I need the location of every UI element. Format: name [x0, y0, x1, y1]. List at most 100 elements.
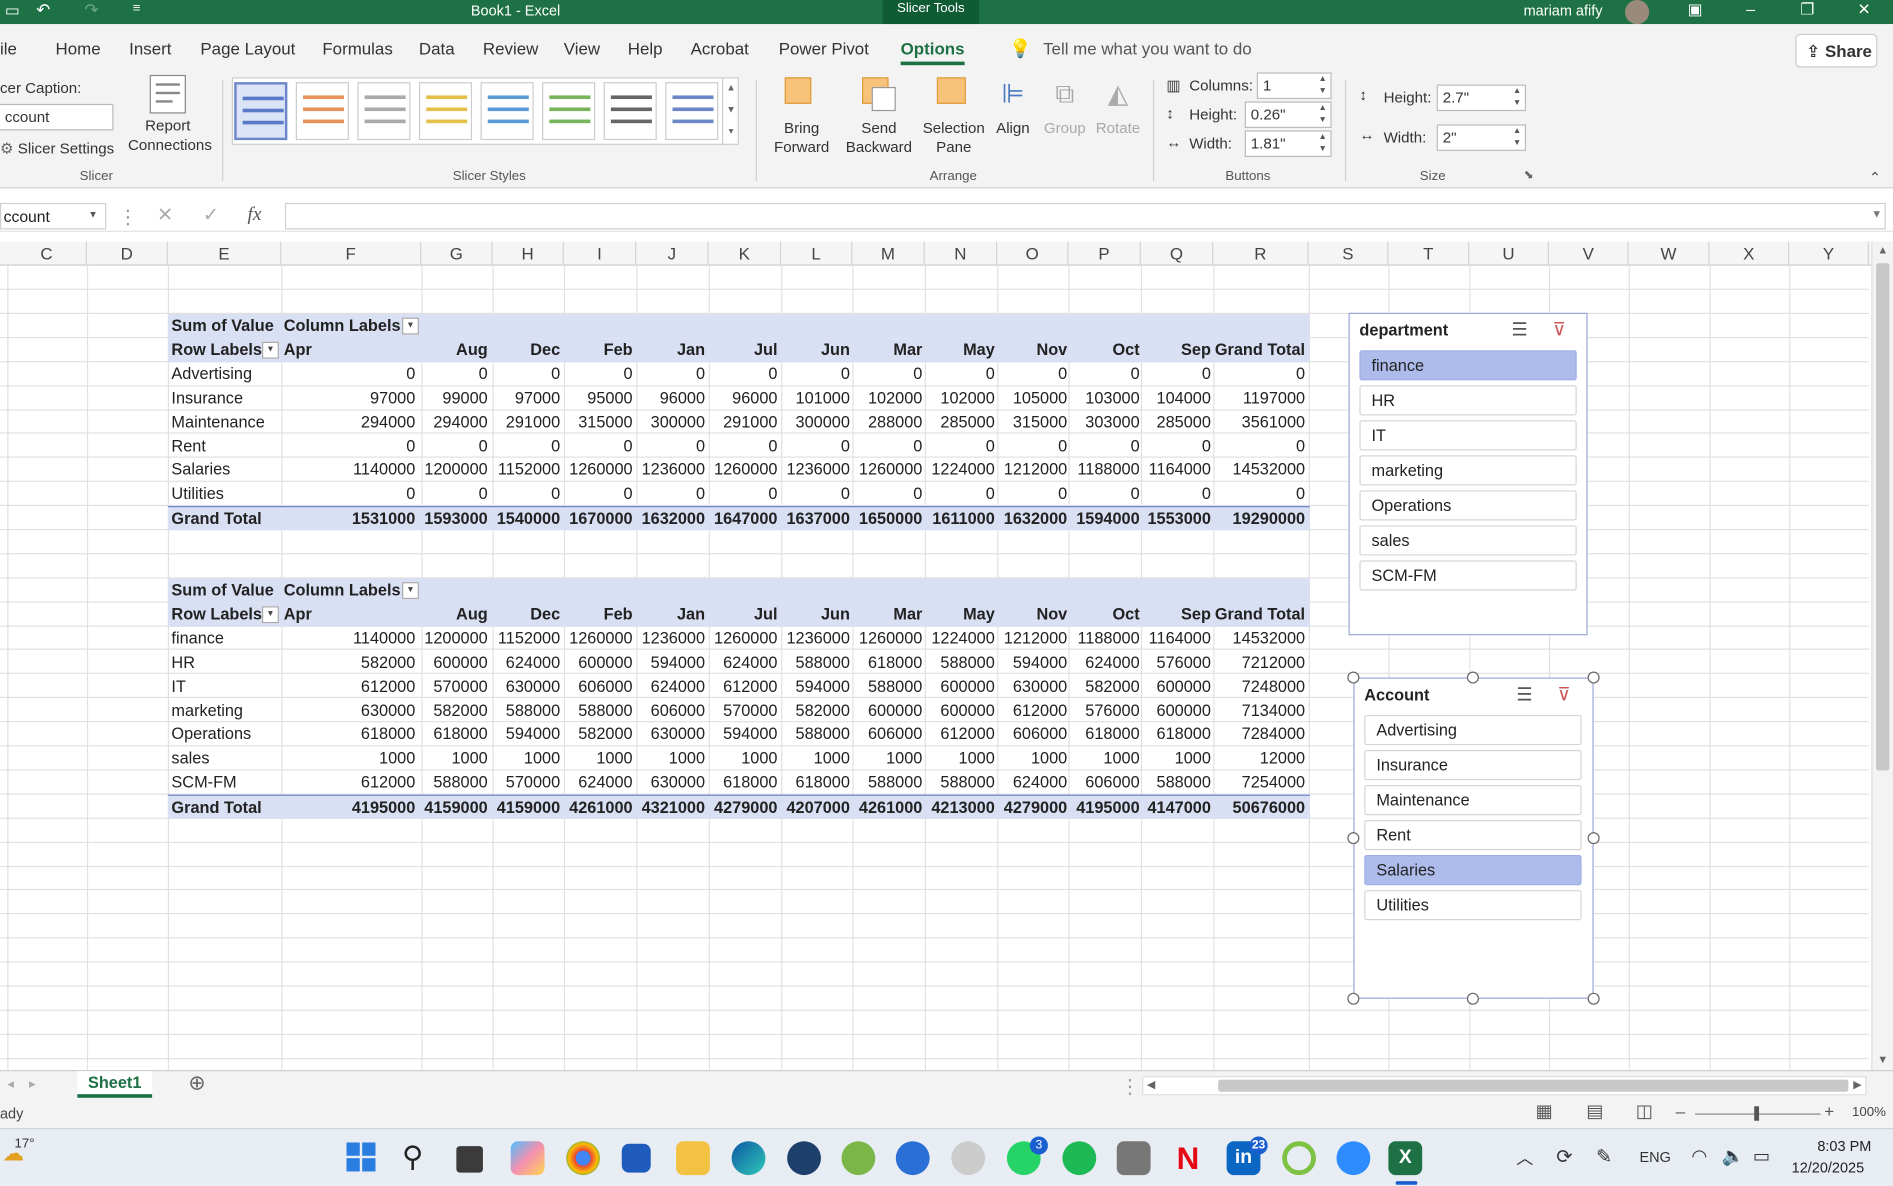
column-header-h[interactable]: H — [493, 241, 564, 266]
start-icon[interactable] — [345, 1141, 379, 1175]
horizontal-scrollbar[interactable]: ◀ ▶ — [1142, 1076, 1867, 1096]
slicer-style-swatch-2[interactable] — [295, 82, 349, 141]
search-icon[interactable]: ⚲ — [402, 1141, 436, 1175]
column-header-n[interactable]: N — [925, 241, 998, 266]
vertical-scroll-thumb[interactable] — [1876, 263, 1890, 771]
table-row[interactable]: marketing 630000 582000 588000 588000 606000 5… — [168, 699, 1310, 723]
slicer-department-item[interactable]: SCM-FM — [1359, 560, 1577, 591]
slicer-account[interactable]: Account ☰ ⊽ Advertising Insurance Maintena… — [1353, 677, 1594, 999]
vertical-scrollbar[interactable]: ▲ ▼ — [1871, 241, 1893, 1071]
slicer-department-item[interactable]: HR — [1359, 385, 1577, 416]
app-icon[interactable] — [841, 1141, 876, 1176]
formula-input[interactable] — [284, 202, 1886, 230]
table-row[interactable]: IT 612000 570000 630000 606000 624000 612000 59… — [168, 675, 1310, 699]
resize-handle[interactable] — [1466, 671, 1479, 684]
tab-home[interactable]: Home — [56, 39, 101, 58]
gallery-scroll[interactable]: ▲ ▼ ▾ — [721, 77, 739, 145]
slicer-department-item[interactable]: IT — [1359, 420, 1577, 451]
share-button[interactable]: ⇪ Share — [1795, 33, 1878, 68]
slicer-style-swatch-3[interactable] — [357, 82, 411, 141]
weather-temp[interactable]: 17° — [14, 1136, 34, 1150]
slicer-account-item[interactable]: Advertising — [1364, 714, 1582, 746]
slicer-style-swatch-5[interactable] — [480, 82, 534, 141]
slicer-settings-button[interactable]: ⚙ Slicer Settings — [0, 139, 114, 157]
button-width-spinner[interactable]: 1.81" ▲ ▼ — [1244, 130, 1332, 158]
table-row[interactable]: Rent 0 0 0 0 0 0 0 0 0 0 0 0 0 — [168, 435, 1310, 459]
language-indicator[interactable]: ENG — [1640, 1149, 1671, 1166]
column-header-j[interactable]: J — [636, 241, 709, 266]
resize-handle[interactable] — [1587, 671, 1600, 684]
slicer-department-item[interactable]: sales — [1359, 525, 1577, 556]
chatgpt-icon[interactable] — [951, 1141, 986, 1176]
edge-icon[interactable] — [731, 1141, 766, 1176]
align-button[interactable]: ⊫ Align — [990, 77, 1036, 137]
pivot-header-row[interactable]: Row Labels ▼ Apr Aug Dec Feb Jan Jul Jun Mar May No… — [167, 602, 1310, 627]
copilot-icon[interactable] — [510, 1141, 545, 1176]
whatsapp-icon[interactable]: 3 — [1006, 1136, 1048, 1176]
save-icon[interactable]: ▭ — [5, 1, 20, 20]
table-row[interactable]: Advertising 0 0 0 0 0 0 0 0 0 0 0 0 0 — [168, 362, 1310, 386]
tab-power-pivot[interactable]: Power Pivot — [779, 39, 869, 58]
tab-file[interactable]: ile — [0, 39, 17, 58]
slicer-department-item[interactable]: marketing — [1359, 455, 1577, 486]
zoom-out-icon[interactable]: – — [1676, 1101, 1685, 1120]
user-name[interactable]: mariam afify — [1524, 2, 1603, 19]
zoom-in-icon[interactable]: + — [1824, 1101, 1834, 1120]
chevron-up-icon[interactable]: ︿ — [1516, 1146, 1533, 1170]
column-header-f[interactable]: F — [281, 241, 422, 266]
column-header-o[interactable]: O — [997, 241, 1069, 266]
tab-data[interactable]: Data — [419, 39, 455, 58]
send-backward-button[interactable]: Send Backward — [840, 77, 917, 157]
table-row[interactable]: Utilities 0 0 0 0 0 0 0 0 0 0 0 0 0 — [168, 482, 1310, 506]
column-header-x[interactable]: X — [1710, 241, 1790, 266]
sync-app-icon[interactable] — [895, 1141, 930, 1176]
file-explorer-icon[interactable] — [676, 1141, 710, 1176]
netflix-icon[interactable]: N — [1171, 1141, 1205, 1175]
zoom-icon[interactable] — [1336, 1141, 1371, 1176]
sync-icon[interactable]: ⟳ — [1556, 1145, 1572, 1169]
slicer-account-item[interactable]: Salaries — [1364, 855, 1582, 886]
column-header-l[interactable]: L — [781, 241, 853, 266]
column-header-i[interactable]: I — [564, 241, 637, 266]
size-height-spinner[interactable]: 2.7" ▲ ▼ — [1436, 84, 1527, 112]
column-header-v[interactable]: V — [1549, 241, 1629, 266]
sheet-nav-prev-icon[interactable]: ◂ — [7, 1076, 14, 1091]
zoom-slider-thumb[interactable] — [1754, 1106, 1760, 1121]
slicer-department[interactable]: department ☰ ⊽ finance HR IT marketing Opera… — [1348, 312, 1588, 636]
size-width-spinner[interactable]: 2" ▲ ▼ — [1436, 124, 1527, 151]
zoom-level[interactable]: 100% — [1852, 1105, 1886, 1119]
column-header-p[interactable]: P — [1068, 241, 1141, 266]
scroll-down-icon[interactable]: ▼ — [1877, 1053, 1888, 1065]
filter-dropdown-icon[interactable]: ▼ — [261, 606, 279, 624]
button-height-spinner[interactable]: 0.26" ▲ ▼ — [1244, 101, 1332, 129]
pivot-header-row[interactable]: Row Labels ▼ Apr Aug Dec Feb Jan Jul Jun Mar May No… — [167, 338, 1310, 363]
column-header-k[interactable]: K — [709, 241, 782, 266]
slicer-department-item[interactable]: Operations — [1359, 490, 1577, 521]
store-icon[interactable] — [621, 1143, 651, 1173]
scroll-up-icon[interactable]: ▲ — [1877, 244, 1888, 256]
sheet-nav-next-icon[interactable]: ▸ — [29, 1076, 36, 1091]
resize-handle[interactable] — [1347, 671, 1360, 684]
resize-handle[interactable] — [1347, 992, 1360, 1005]
columns-spinner[interactable]: 1 ▲ ▼ — [1256, 72, 1332, 100]
tab-insert[interactable]: Insert — [129, 39, 171, 58]
column-header-w[interactable]: W — [1629, 241, 1710, 266]
undo-icon[interactable]: ↶ — [36, 0, 50, 21]
page-break-view-icon[interactable]: ◫ — [1636, 1100, 1653, 1122]
table-row[interactable]: sales 1000 1000 1000 1000 1000 1000 1000 1000 100… — [168, 746, 1310, 770]
column-header-c[interactable]: C — [7, 241, 87, 266]
tab-view[interactable]: View — [564, 39, 600, 58]
customize-qat-icon[interactable]: ≡ — [133, 1, 141, 15]
qlik-icon[interactable] — [1282, 1141, 1316, 1176]
excel-icon[interactable]: X — [1388, 1141, 1423, 1176]
expand-formula-bar-icon[interactable]: ▼ — [1871, 208, 1882, 220]
normal-view-icon[interactable]: ▦ — [1536, 1100, 1553, 1122]
app-icon[interactable] — [1116, 1141, 1151, 1176]
slicer-style-swatch-4[interactable] — [418, 82, 473, 141]
pivot-grand-total-row[interactable]: Grand Total 1531000 1593000 1540000 1670000 1… — [167, 506, 1310, 531]
slicer-account-item[interactable]: Insurance — [1364, 749, 1582, 781]
bring-forward-button[interactable]: Bring Forward — [765, 77, 837, 157]
multi-select-icon[interactable]: ☰ — [1512, 319, 1528, 341]
collapse-ribbon-icon[interactable]: ⌃ — [1869, 169, 1881, 186]
slicer-caption-input[interactable]: ccount — [0, 103, 114, 131]
